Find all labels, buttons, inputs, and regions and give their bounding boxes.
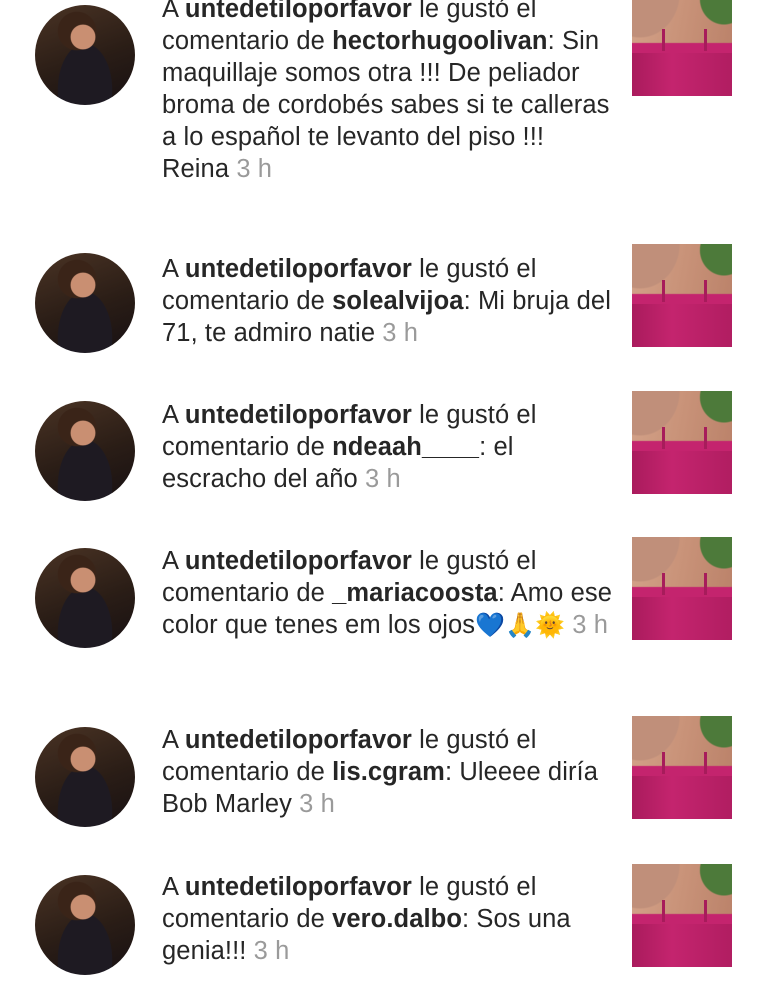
- commenter-username[interactable]: ndeaah____: [332, 433, 479, 461]
- thumbnail-detail: [662, 29, 665, 51]
- avatar[interactable]: [35, 253, 135, 353]
- commenter-username[interactable]: solealvijoa: [332, 287, 464, 315]
- liker-username[interactable]: untedetiloporfavor: [185, 255, 412, 283]
- notification-text: A untedetiloporfavor le gustó el comenta…: [162, 255, 611, 347]
- post-thumbnail[interactable]: [632, 716, 732, 819]
- timestamp: 3 h: [365, 465, 401, 493]
- thumbnail-detail: [662, 427, 665, 449]
- thumbnail-detail: [632, 451, 732, 494]
- thumbnail-detail: [704, 573, 707, 595]
- timestamp: 3 h: [253, 937, 290, 965]
- commenter-username[interactable]: _mariacoosta: [332, 579, 498, 607]
- post-thumbnail[interactable]: [632, 391, 732, 494]
- avatar[interactable]: [35, 401, 135, 501]
- thumbnail-detail: [704, 900, 707, 922]
- post-thumbnail[interactable]: [632, 864, 732, 967]
- liker-username[interactable]: untedetiloporfavor: [185, 726, 412, 754]
- thumbnail-detail: [632, 53, 732, 96]
- liker-username[interactable]: untedetiloporfavor: [185, 401, 412, 429]
- thumbnail-detail: [632, 924, 732, 967]
- post-thumbnail[interactable]: [632, 537, 732, 640]
- avatar[interactable]: [35, 548, 135, 648]
- thumbnail-detail: [704, 29, 707, 51]
- avatar[interactable]: [35, 727, 135, 827]
- heart-emoji-icon: 💙: [475, 611, 506, 639]
- commenter-username[interactable]: lis.cgram: [332, 758, 445, 786]
- commenter-username[interactable]: vero.dalbo: [332, 905, 462, 933]
- thumbnail-detail: [704, 752, 707, 774]
- thumbnail-detail: [632, 776, 732, 819]
- timestamp: 3 h: [299, 790, 335, 818]
- thumbnail-detail: [632, 597, 732, 640]
- avatar[interactable]: [35, 875, 135, 975]
- thumbnail-detail: [704, 280, 707, 302]
- notification-text: A untedetiloporfavor le gustó el comenta…: [162, 0, 612, 185]
- avatar[interactable]: [35, 5, 135, 105]
- liker-username[interactable]: untedetiloporfavor: [185, 547, 412, 575]
- thumbnail-detail: [662, 900, 665, 922]
- thumbnail-detail: [662, 752, 665, 774]
- thumbnail-detail: [704, 427, 707, 449]
- liker-username[interactable]: untedetiloporfavor: [185, 873, 412, 901]
- liker-username[interactable]: untedetiloporfavor: [185, 0, 412, 23]
- commenter-username[interactable]: hectorhugoolivan: [332, 27, 548, 55]
- post-thumbnail[interactable]: [632, 244, 732, 347]
- timestamp: 3 h: [382, 319, 419, 347]
- post-thumbnail[interactable]: [632, 0, 732, 96]
- activity-feed: A untedetiloporfavor le gustó el comenta…: [0, 0, 767, 1000]
- notification-text: A untedetiloporfavor le gustó el comenta…: [162, 547, 612, 639]
- notification-text: A untedetiloporfavor le gustó el comenta…: [162, 726, 599, 818]
- thumbnail-detail: [662, 280, 665, 302]
- timestamp: 3 h: [572, 611, 609, 639]
- praying-hands-emoji-icon: 🙏: [505, 611, 536, 639]
- thumbnail-detail: [662, 573, 665, 595]
- timestamp: 3 h: [236, 155, 273, 183]
- thumbnail-detail: [632, 304, 732, 347]
- sun-emoji-icon: 🌞: [535, 611, 566, 639]
- notification-text: A untedetiloporfavor le gustó el comenta…: [162, 873, 571, 965]
- notification-text: A untedetiloporfavor le gustó el comenta…: [162, 401, 537, 493]
